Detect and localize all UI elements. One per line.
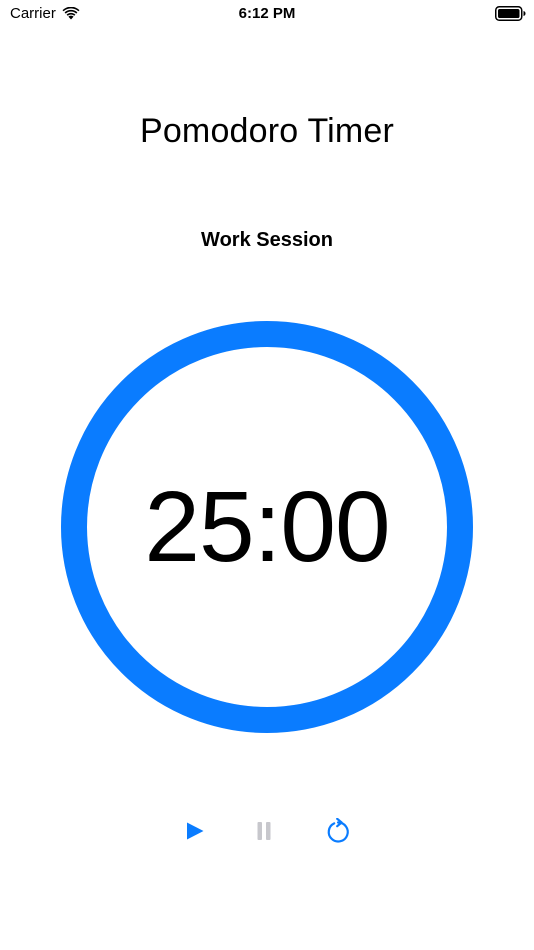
pause-icon (256, 821, 272, 841)
battery-icon (495, 6, 526, 26)
play-icon (185, 821, 205, 841)
screen: Carrier 6:12 PM Pomodoro Timer Work Sess… (0, 0, 534, 950)
reset-button[interactable] (320, 813, 356, 849)
time-remaining: 25:00 (144, 470, 390, 583)
play-button[interactable] (177, 813, 213, 849)
status-time: 6:12 PM (238, 5, 296, 22)
timer-ring: 25:00 (61, 321, 473, 733)
app-title: Pomodoro Timer (139, 112, 395, 150)
status-bar: Carrier 6:12 PM (0, 0, 534, 28)
session-label: Work Session (201, 229, 333, 251)
pause-button[interactable] (246, 813, 282, 849)
reset-icon (325, 818, 351, 844)
timer-controls (0, 813, 534, 849)
